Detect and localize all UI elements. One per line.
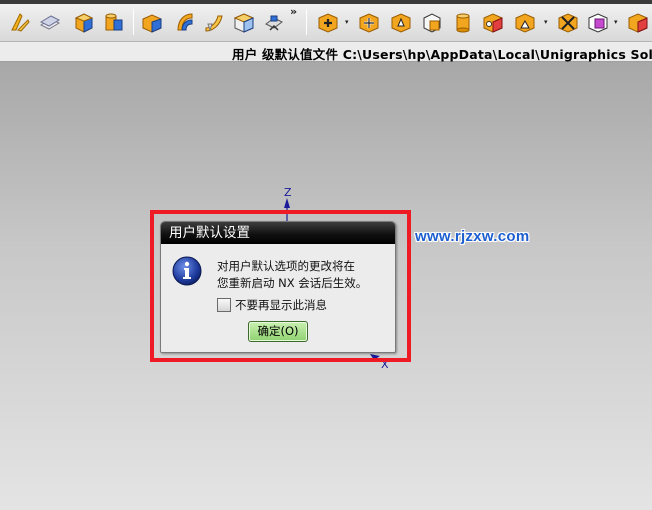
block-icon[interactable] <box>72 10 96 34</box>
cylinder-icon[interactable] <box>101 10 125 34</box>
cube-icon[interactable] <box>232 10 256 34</box>
watermark-text: www.rjzxw.com <box>415 228 530 245</box>
draft-icon[interactable] <box>262 10 286 34</box>
dont-show-again-checkbox[interactable] <box>217 298 231 312</box>
feature-icon[interactable] <box>626 10 650 34</box>
shell-icon[interactable] <box>513 10 537 34</box>
info-icon <box>172 256 202 286</box>
revolve-icon[interactable] <box>172 10 196 34</box>
intersect-icon[interactable] <box>389 10 413 34</box>
trim-body-icon[interactable] <box>556 10 580 34</box>
main-toolbar: » ▾ ▾ ▾ <box>0 0 652 42</box>
z-axis-arrow <box>284 198 290 208</box>
dialog-title: 用户默认设置 <box>161 222 395 244</box>
toolbar-separator <box>133 9 134 35</box>
dialog-message-line1: 对用户默认选项的更改将在 <box>217 259 355 273</box>
defaults-file-path: 用户 级默认值文件 C:\Users\hp\AppData\Local\Unig… <box>232 47 652 62</box>
sweep-icon[interactable] <box>202 10 226 34</box>
z-axis-label: Z <box>284 186 292 199</box>
box-icon[interactable] <box>140 10 164 34</box>
shell-dropdown-icon[interactable]: ▾ <box>544 19 551 26</box>
unite-dropdown-icon[interactable]: ▾ <box>345 19 352 26</box>
toolbar-separator <box>306 9 307 35</box>
window-top-strip <box>0 0 652 4</box>
extrude-icon[interactable] <box>38 10 62 34</box>
ok-button[interactable]: 确定(O) <box>248 321 308 342</box>
defaults-file-path-bar: 用户 级默认值文件 C:\Users\hp\AppData\Local\Unig… <box>0 42 652 62</box>
cone-icon[interactable] <box>451 10 475 34</box>
subtract-icon[interactable] <box>357 10 381 34</box>
chamfer-icon[interactable] <box>481 10 505 34</box>
toolbar-overflow-icon[interactable]: » <box>290 6 300 18</box>
pattern-icon[interactable] <box>586 10 610 34</box>
edge-blend-icon[interactable] <box>420 10 444 34</box>
dialog-message-line2: 您重新启动 NX 会话后生效。 <box>217 276 368 290</box>
unite-icon[interactable] <box>316 10 340 34</box>
sketch-icon[interactable] <box>8 10 32 34</box>
dialog-message: 对用户默认选项的更改将在 您重新启动 NX 会话后生效。 <box>217 258 367 292</box>
user-defaults-dialog: 用户默认设置 对用户默认选项的更改将在 您重新启动 NX 会话后生效。 不要再显… <box>160 221 396 353</box>
pattern-dropdown-icon[interactable]: ▾ <box>614 19 621 26</box>
dont-show-again-label[interactable]: 不要再显示此消息 <box>235 297 327 313</box>
